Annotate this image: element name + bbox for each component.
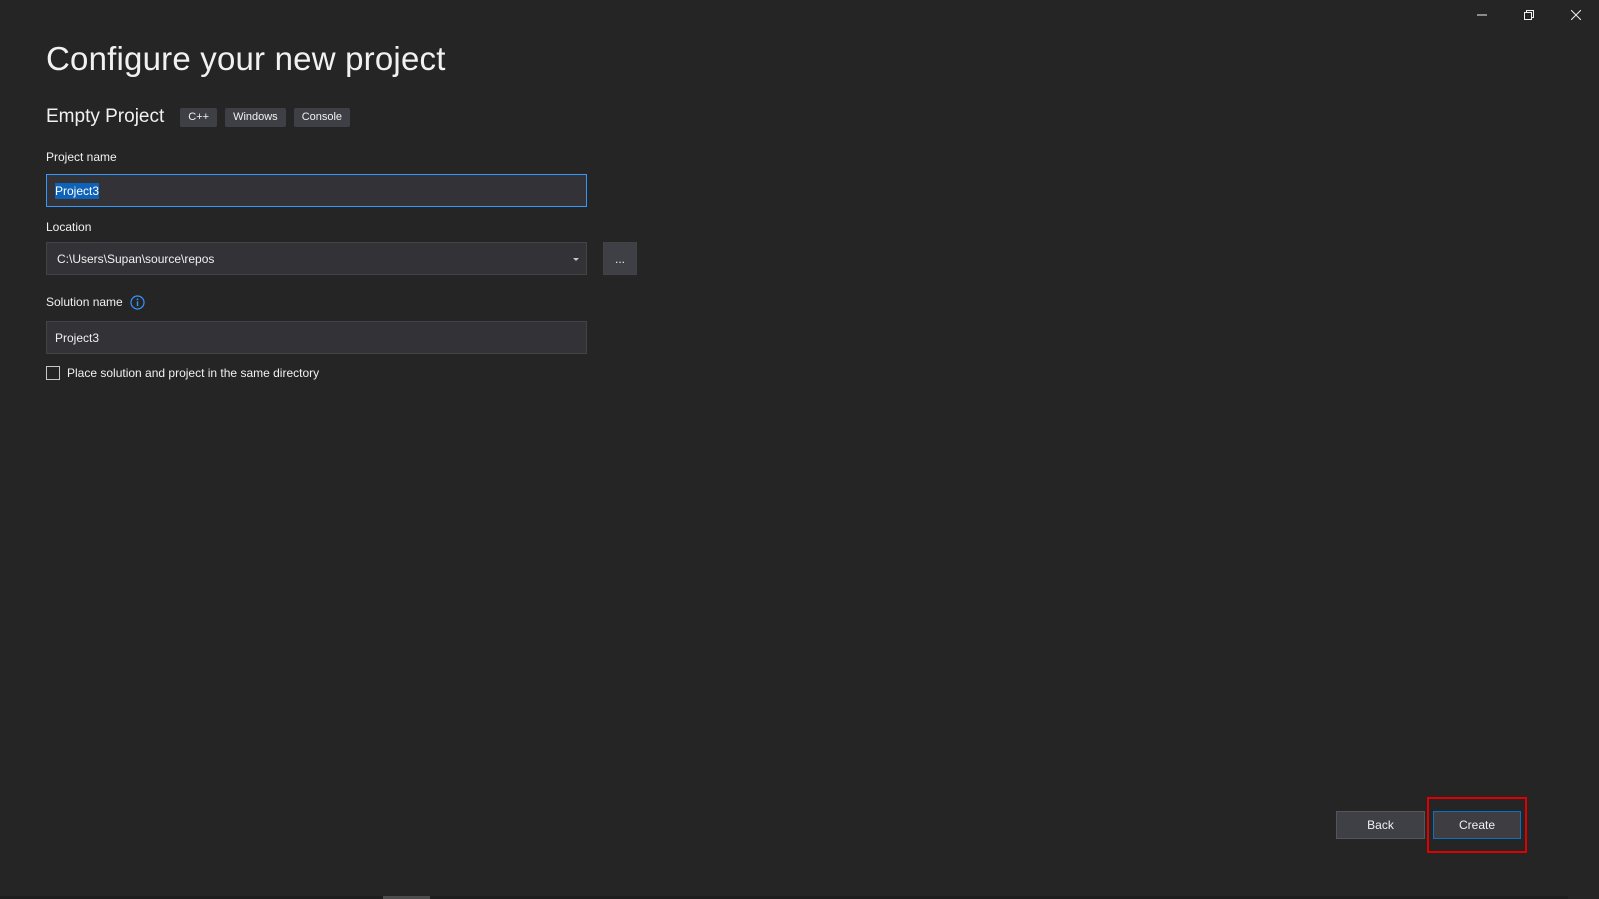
tag-platform: Windows <box>225 107 286 127</box>
configure-project-window: Configure your new project Empty Project… <box>0 0 1599 899</box>
restore-button[interactable] <box>1505 0 1552 30</box>
same-directory-checkbox[interactable] <box>46 366 60 380</box>
create-button[interactable]: Create <box>1433 811 1521 839</box>
project-name-value: Project3 <box>55 182 100 199</box>
info-icon[interactable] <box>130 294 145 310</box>
location-value: C:\Users\Supan\source\repos <box>57 251 215 266</box>
solution-name-label-row: Solution name <box>46 294 145 310</box>
solution-name-label: Solution name <box>46 295 123 309</box>
same-directory-option[interactable]: Place solution and project in the same d… <box>46 366 319 380</box>
solution-name-input[interactable]: Project3 <box>46 321 587 354</box>
restore-icon <box>1523 10 1534 20</box>
tag-language: C++ <box>180 107 218 127</box>
location-label: Location <box>46 220 92 234</box>
close-button[interactable] <box>1552 0 1599 30</box>
minimize-icon <box>1476 14 1487 16</box>
browse-location-button[interactable]: ... <box>603 242 637 275</box>
page-title: Configure your new project <box>46 40 446 77</box>
template-info: Empty Project C++ Windows Console <box>46 106 358 128</box>
tag-project-type: Console <box>293 107 351 127</box>
close-icon <box>1570 10 1581 20</box>
project-name-label: Project name <box>46 150 117 164</box>
minimize-button[interactable] <box>1458 0 1505 30</box>
chevron-down-icon[interactable] <box>570 253 582 265</box>
back-button[interactable]: Back <box>1336 811 1425 839</box>
window-controls <box>1458 0 1599 30</box>
location-combobox[interactable]: C:\Users\Supan\source\repos <box>46 242 587 275</box>
solution-name-value: Project3 <box>55 330 100 345</box>
template-name: Empty Project <box>46 106 165 127</box>
same-directory-label: Place solution and project in the same d… <box>67 366 320 380</box>
project-name-input[interactable]: Project3 <box>46 174 587 207</box>
